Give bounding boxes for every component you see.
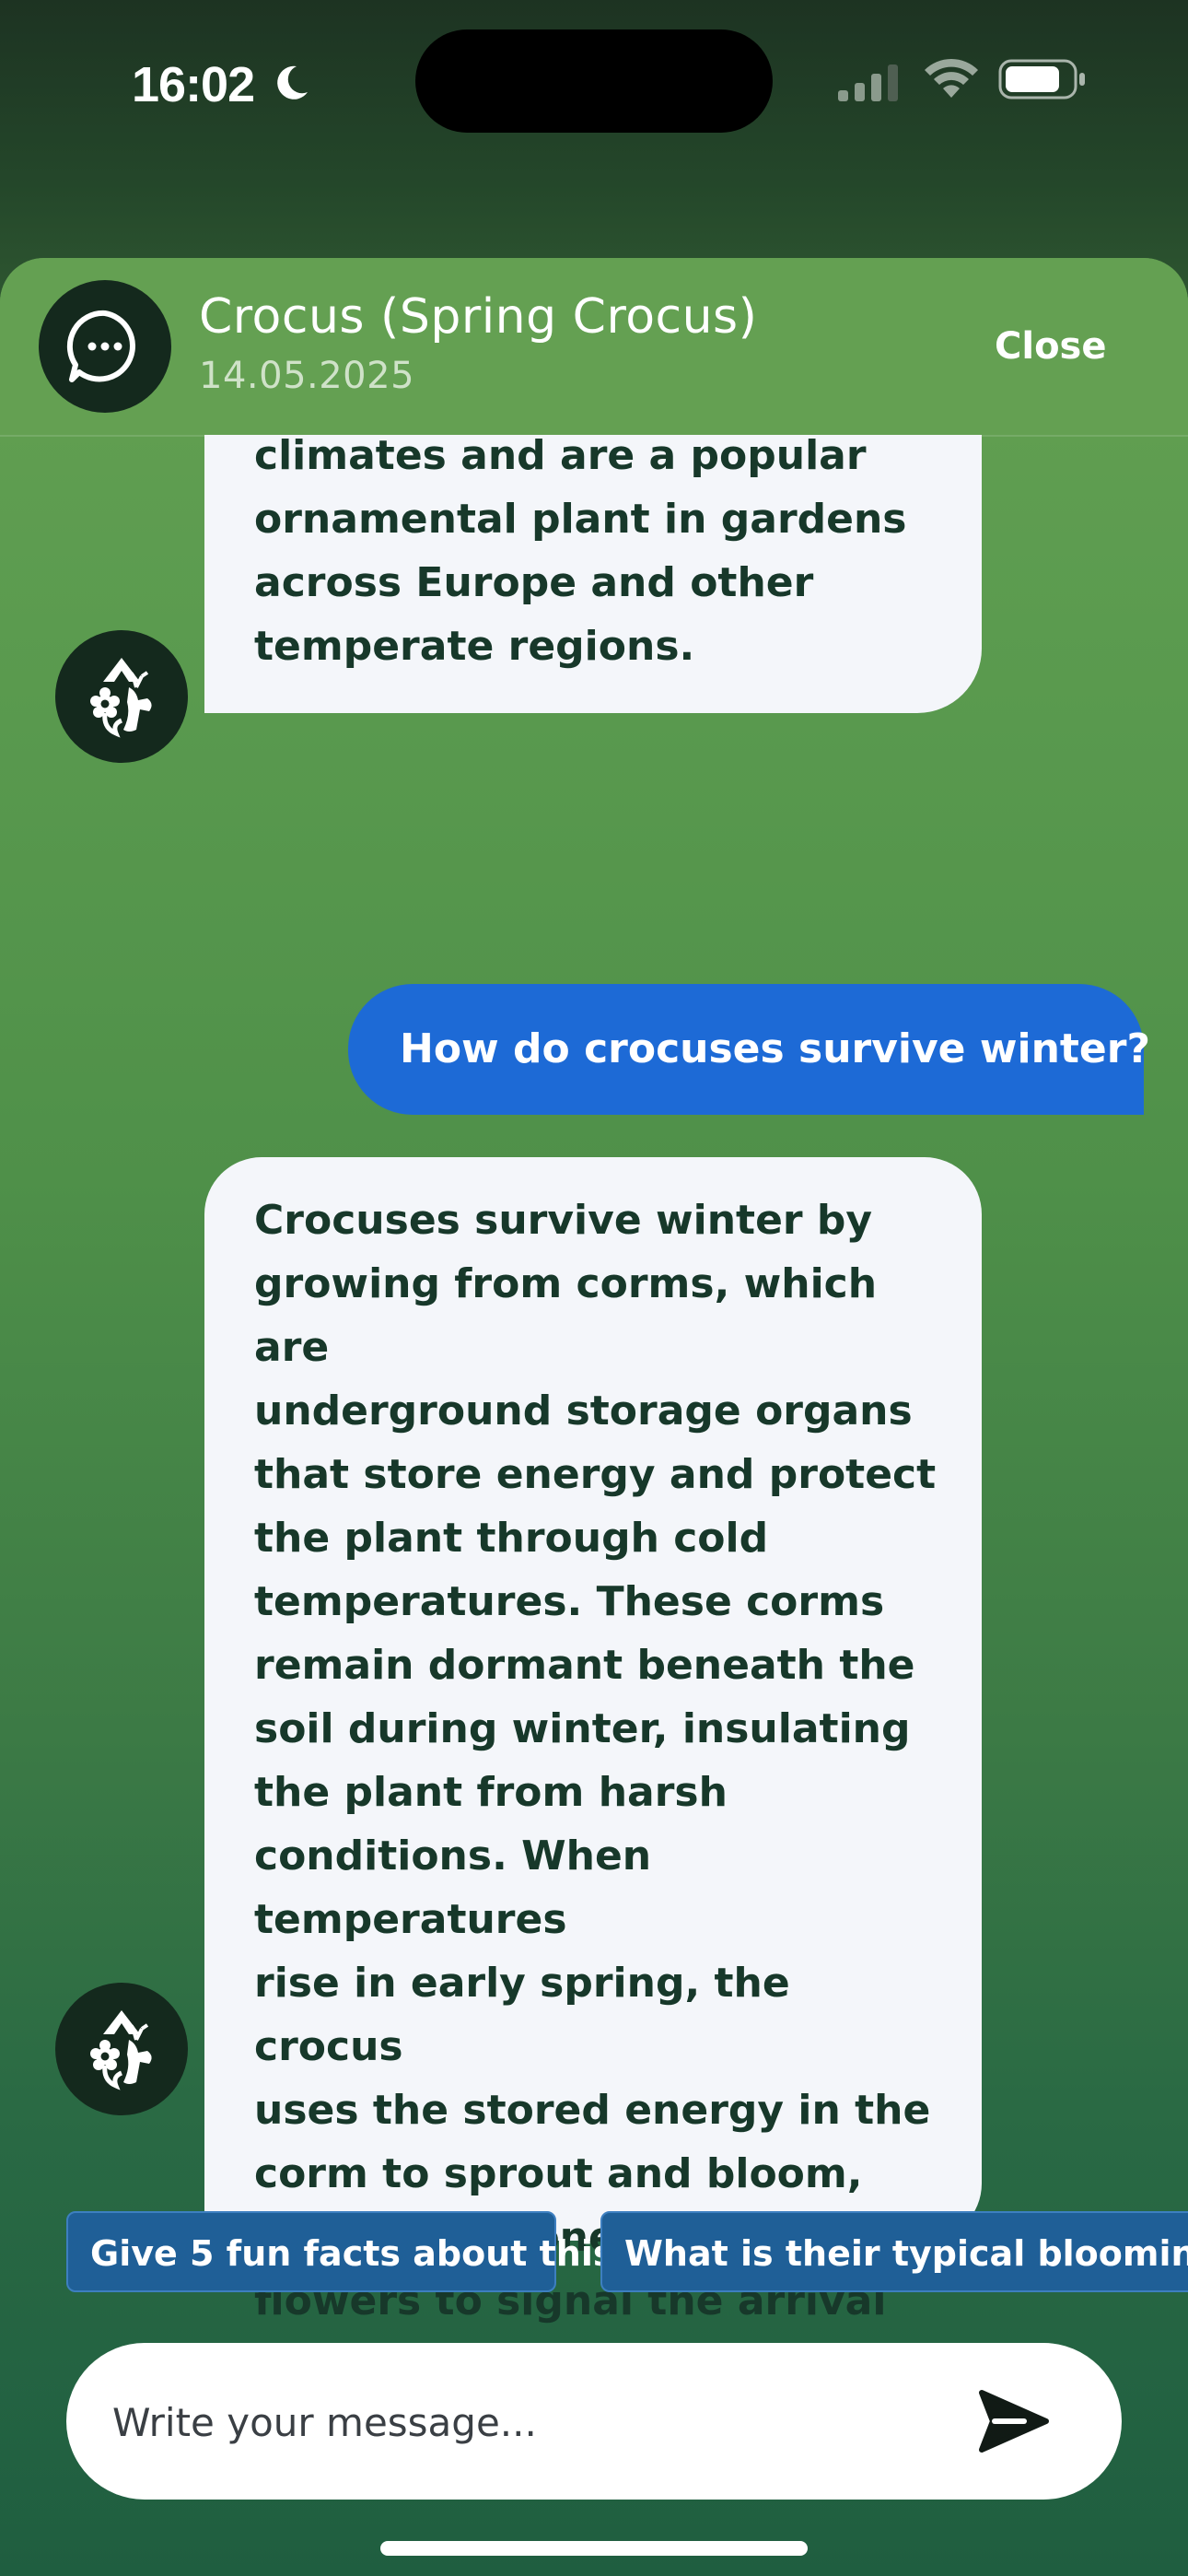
nature-deer-flower-icon (90, 658, 152, 738)
status-time: 16:02 (132, 57, 255, 112)
message-input[interactable] (111, 2343, 989, 2501)
bot-message: climates and are a popular ornamental pl… (204, 435, 982, 713)
chat-title: Crocus (Spring Crocus) (199, 289, 758, 345)
user-message: How do crocuses survive winter? (348, 984, 1150, 1115)
suggestion-chips: Give 5 fun facts about this What is thei… (0, 2211, 1188, 2296)
send-icon[interactable] (976, 2387, 1050, 2455)
chat-date: 14.05.2025 (199, 355, 415, 397)
bot-avatar (55, 1983, 188, 2115)
chat-bubble-icon (66, 310, 135, 382)
suggestion-chip[interactable]: What is their typical blooming se (600, 2211, 1188, 2292)
wifi-icon (925, 58, 978, 98)
bot-avatar (55, 630, 188, 763)
chat-avatar (39, 280, 171, 413)
suggestion-chip[interactable]: Give 5 fun facts about this (66, 2211, 614, 2292)
bot-message-text: climates and are a popular ornamental pl… (254, 435, 907, 670)
message-composer (66, 2343, 1122, 2501)
chat-header: Crocus (Spring Crocus) 14.05.2025 Close (0, 258, 1188, 437)
home-indicator (380, 2541, 808, 2556)
battery-icon (998, 59, 1085, 100)
signal-icon (838, 64, 898, 101)
moon-icon (277, 65, 308, 100)
nature-deer-flower-icon (90, 2010, 152, 2090)
bot-message: Crocuses survive winter by growing from … (204, 1157, 982, 2452)
close-button[interactable]: Close (995, 321, 1106, 372)
dynamic-island (415, 29, 773, 133)
